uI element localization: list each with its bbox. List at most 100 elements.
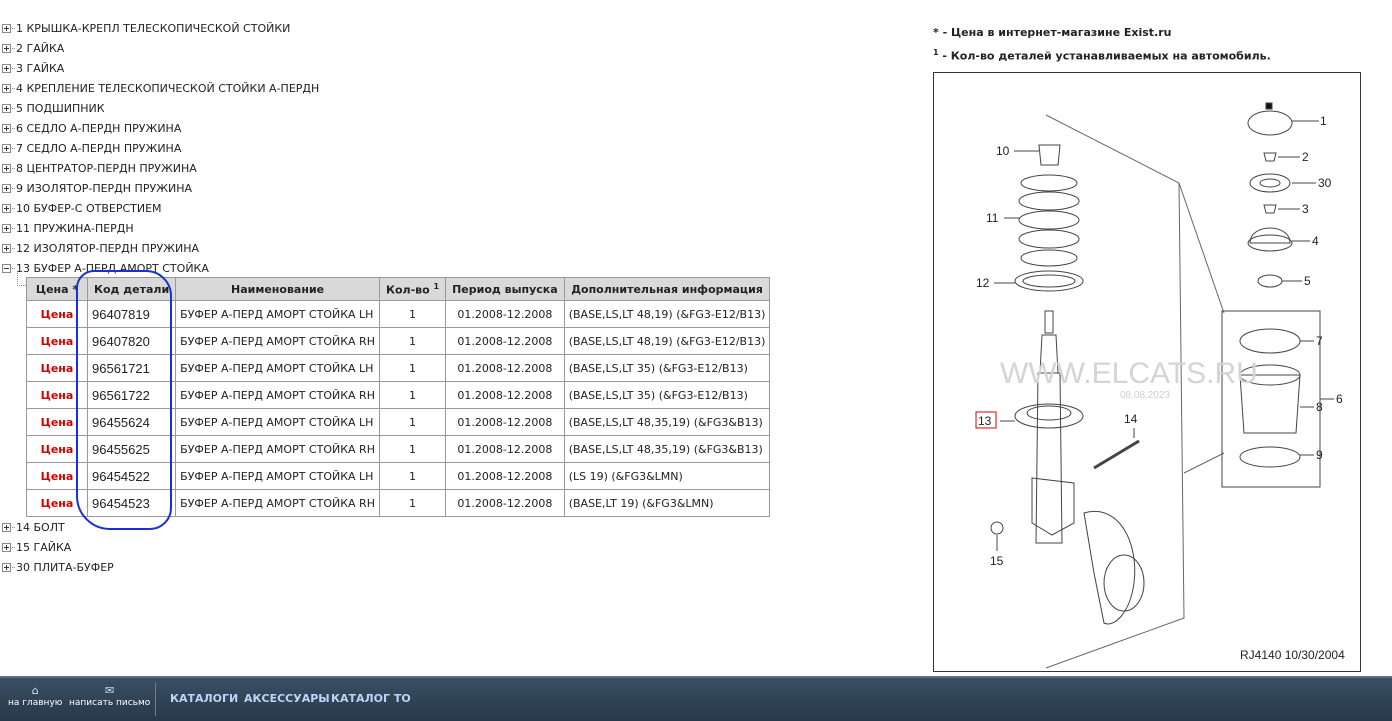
expand-icon[interactable] [2,83,11,93]
tree-node-label[interactable]: 2 ГАЙКА [16,42,64,55]
callout-label[interactable]: 13 [978,414,992,428]
callout-label[interactable]: 10 [996,144,1010,158]
tree-node[interactable]: 2 ГАЙКА [2,38,319,58]
expand-icon[interactable] [2,23,11,33]
tree-dotline [12,87,15,89]
callout-label[interactable]: 5 [1304,274,1311,288]
price-link[interactable]: Цена [26,462,88,490]
tree-node-label[interactable]: 3 ГАЙКА [16,62,64,75]
part-info: (BASE,LT 19) (&FG3&LMN) [563,489,771,517]
catalogs-link[interactable]: КАТАЛОГИ [170,692,238,705]
callout-label[interactable]: 15 [990,554,1004,568]
tree-node-label[interactable]: 12 ИЗОЛЯТОР-ПЕРДН ПРУЖИНА [16,242,199,255]
tree-dotline [12,187,15,189]
tree-node[interactable]: 7 СЕДЛО А-ПЕРДН ПРУЖИНА [2,138,319,158]
part-name: БУФЕР А-ПЕРД АМОРТ СТОЙКА RH [175,435,380,463]
tree-node-label[interactable]: 11 ПРУЖИНА-ПЕРДН [16,222,134,235]
part-code[interactable]: 96455625 [86,435,177,463]
part-info: (BASE,LS,LT 48,19) (&FG3-E12/B13) [563,327,771,355]
expand-icon[interactable] [2,123,11,133]
tree-node[interactable]: 10 БУФЕР-С ОТВЕРСТИЕМ [2,198,319,218]
callout-label[interactable]: 8 [1316,400,1323,414]
expand-icon[interactable] [2,183,11,193]
tree-node[interactable]: 9 ИЗОЛЯТОР-ПЕРДН ПРУЖИНА [2,178,319,198]
tree-node[interactable]: 1 КРЫШКА-КРЕПЛ ТЕЛЕСКОПИЧЕСКОЙ СТОЙКИ [2,18,319,38]
tree-node[interactable]: 30 ПЛИТА-БУФЕР [2,557,114,577]
price-link[interactable]: Цена [26,435,88,463]
tree-node[interactable]: 4 КРЕПЛЕНИЕ ТЕЛЕСКОПИЧЕСКОЙ СТОЙКИ А-ПЕР… [2,78,319,98]
callout-label[interactable]: 12 [976,276,990,290]
callout-label[interactable]: 9 [1316,448,1323,462]
price-link[interactable]: Цена [26,408,88,436]
tree-node-label[interactable]: 6 СЕДЛО А-ПЕРДН ПРУЖИНА [16,122,181,135]
tree-node-label[interactable]: 5 ПОДШИПНИК [16,102,105,115]
col-qty-sup: 1 [433,281,440,291]
callout-label[interactable]: 11 [986,211,999,225]
tree-node[interactable]: 15 ГАЙКА [2,537,114,557]
callout-label[interactable]: 30 [1318,176,1332,190]
expand-icon[interactable] [2,223,11,233]
callout-label[interactable]: 14 [1124,412,1138,426]
to-catalog-link[interactable]: КАТАЛОГ ТО [331,692,411,705]
accessories-link[interactable]: АКСЕССУАРЫ [244,692,330,705]
write-letter-button[interactable]: ✉ написать письмо [69,684,150,708]
tree-node-label[interactable]: 9 ИЗОЛЯТОР-ПЕРДН ПРУЖИНА [16,182,192,195]
price-link[interactable]: Цена [26,381,88,409]
part-name: БУФЕР А-ПЕРД АМОРТ СТОЙКА LH [175,408,380,436]
expand-icon[interactable] [2,522,11,532]
price-link[interactable]: Цена [26,354,88,382]
part-code[interactable]: 96407819 [86,300,177,328]
parts-table: Цена * Код детали Наименование Кол-во 1 … [26,277,771,517]
tree-node-label[interactable]: 7 СЕДЛО А-ПЕРДН ПРУЖИНА [16,142,181,155]
tree-dotline [12,566,15,568]
part-code[interactable]: 96561722 [86,381,177,409]
tree-node[interactable]: 13 БУФЕР А-ПЕРД АМОРТ СТОЙКА [2,258,319,278]
tree-node[interactable]: 14 БОЛТ [2,517,114,537]
expand-icon[interactable] [2,63,11,73]
part-period: 01.2008-12.2008 [445,489,565,517]
callout-label[interactable]: 3 [1302,202,1309,216]
expand-icon[interactable] [2,103,11,113]
callout-label[interactable]: 6 [1336,392,1343,406]
tree-node[interactable]: 6 СЕДЛО А-ПЕРДН ПРУЖИНА [2,118,319,138]
tree-node-label[interactable]: 14 БОЛТ [16,521,65,534]
tree-node[interactable]: 8 ЦЕНТРАТОР-ПЕРДН ПРУЖИНА [2,158,319,178]
toolbar-divider [155,682,156,716]
expand-icon[interactable] [2,562,11,572]
home-button[interactable]: ⌂ на главную [8,684,62,708]
price-link[interactable]: Цена [26,327,88,355]
callout-label[interactable]: 1 [1320,114,1327,128]
expand-icon[interactable] [2,163,11,173]
expand-icon[interactable] [2,203,11,213]
tree-node[interactable]: 3 ГАЙКА [2,58,319,78]
part-period: 01.2008-12.2008 [445,435,565,463]
tree-node[interactable]: 5 ПОДШИПНИК [2,98,319,118]
part-code[interactable]: 96455624 [86,408,177,436]
tree-node-label[interactable]: 4 КРЕПЛЕНИЕ ТЕЛЕСКОПИЧЕСКОЙ СТОЙКИ А-ПЕР… [16,82,319,95]
expand-icon[interactable] [2,143,11,153]
tree-node-label[interactable]: 10 БУФЕР-С ОТВЕРСТИЕМ [16,202,162,215]
tree-node-label[interactable]: 8 ЦЕНТРАТОР-ПЕРДН ПРУЖИНА [16,162,197,175]
tree-node[interactable]: 11 ПРУЖИНА-ПЕРДН [2,218,319,238]
tree-node-label[interactable]: 30 ПЛИТА-БУФЕР [16,561,114,574]
callout-label[interactable]: 7 [1316,334,1323,348]
price-link[interactable]: Цена [26,300,88,328]
collapse-icon[interactable] [2,263,11,273]
part-info: (BASE,LS,LT 35) (&FG3-E12/B13) [563,381,771,409]
tree-node-label[interactable]: 1 КРЫШКА-КРЕПЛ ТЕЛЕСКОПИЧЕСКОЙ СТОЙКИ [16,22,290,35]
tree-node-label[interactable]: 15 ГАЙКА [16,541,71,554]
expand-icon[interactable] [2,43,11,53]
expand-icon[interactable] [2,243,11,253]
part-code[interactable]: 96561721 [86,354,177,382]
expand-icon[interactable] [2,542,11,552]
tree-node-label[interactable]: 13 БУФЕР А-ПЕРД АМОРТ СТОЙКА [16,262,209,275]
parts-diagram: 1 2 30 3 4 5 7 8 6 9 10 11 12 13 14 15 WWW.ELCATS.RU 08… [933,72,1361,672]
tree-node[interactable]: 12 ИЗОЛЯТОР-ПЕРДН ПРУЖИНА [2,238,319,258]
part-qty: 1 [378,489,447,517]
callout-label[interactable]: 4 [1312,234,1319,248]
price-link[interactable]: Цена [26,489,88,517]
part-code[interactable]: 96454522 [86,462,177,490]
part-code[interactable]: 96454523 [86,489,177,517]
callout-label[interactable]: 2 [1302,150,1309,164]
part-code[interactable]: 96407820 [86,327,177,355]
